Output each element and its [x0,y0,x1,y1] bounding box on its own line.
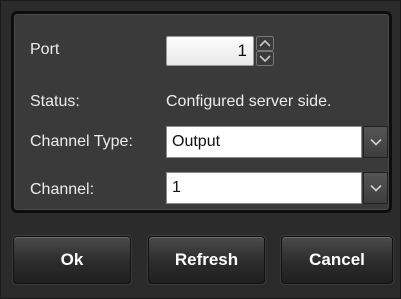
chevron-down-icon [370,138,382,146]
cancel-button[interactable]: Cancel [281,236,393,284]
settings-dialog: Port 1 Status: Configured server side. C… [0,0,401,299]
spin-up-button[interactable] [256,36,274,51]
channel-label: Channel: [30,181,95,198]
status-label: Status: [30,93,80,110]
ok-button[interactable]: Ok [13,236,131,284]
status-value: Configured server side. [166,93,332,110]
channel-type-select[interactable]: Output [166,126,388,158]
refresh-button[interactable]: Refresh [148,236,265,284]
port-label: Port [30,41,60,58]
port-spinner [256,36,274,66]
channel-select[interactable]: 1 [166,172,388,204]
channel-type-label: Channel Type: [30,133,133,150]
port-input[interactable]: 1 [166,36,254,66]
channel-value[interactable]: 1 [166,172,362,204]
settings-panel: Port 1 Status: Configured server side. C… [11,11,392,213]
channel-type-value[interactable]: Output [166,126,362,158]
channel-type-dropdown-button[interactable] [363,126,388,158]
channel-dropdown-button[interactable] [363,172,388,204]
spin-down-button[interactable] [256,51,274,66]
chevron-down-icon [370,184,382,192]
